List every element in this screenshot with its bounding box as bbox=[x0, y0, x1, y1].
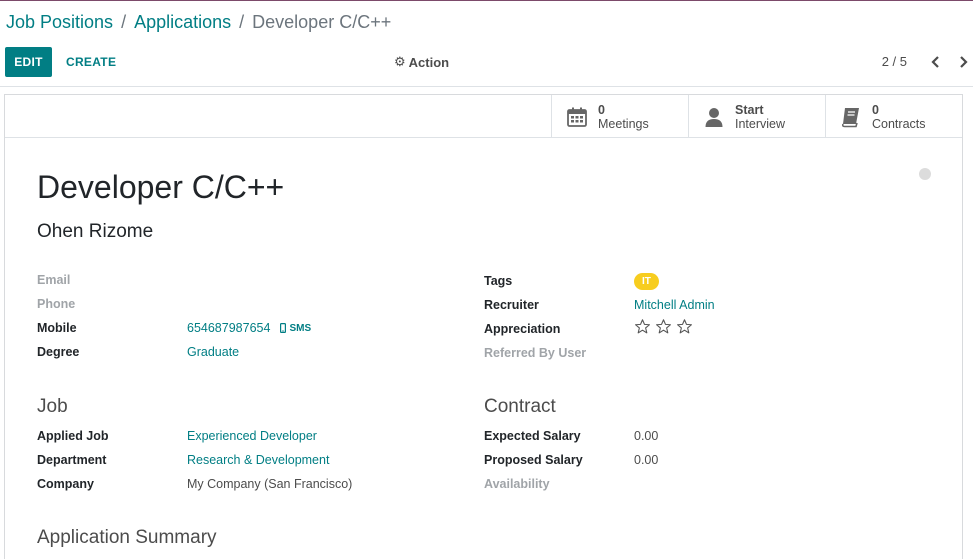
contracts-count: 0 bbox=[872, 102, 879, 117]
job-section-title: Job bbox=[37, 396, 68, 417]
sms-label: SMS bbox=[289, 322, 312, 334]
tags-label: Tags bbox=[484, 274, 513, 288]
appreciation-stars bbox=[634, 317, 693, 335]
form-sheet: 0 Meetings Start Interview 0 Contracts D… bbox=[4, 94, 963, 559]
breadcrumb-job-positions[interactable]: Job Positions bbox=[6, 12, 113, 33]
tags-row: Tags bbox=[484, 272, 512, 290]
applied-job-value[interactable]: Experienced Developer bbox=[187, 429, 317, 443]
phone-row: Phone bbox=[37, 295, 75, 313]
email-row: Email bbox=[37, 271, 70, 289]
breadcrumb: Job Positions / Applications / Developer… bbox=[6, 12, 391, 33]
pager-previous-button[interactable] bbox=[926, 51, 946, 73]
star-icon[interactable] bbox=[676, 318, 693, 335]
availability-label: Availability bbox=[484, 477, 550, 491]
book-icon bbox=[840, 106, 862, 128]
smart-button-box: 0 Meetings Start Interview 0 Contracts bbox=[5, 95, 962, 138]
pager-value[interactable]: 2 / 5 bbox=[882, 54, 907, 69]
company-value: My Company (San Francisco) bbox=[187, 477, 353, 491]
mobile-row: Mobile bbox=[37, 319, 77, 337]
applied-job-label: Applied Job bbox=[37, 429, 109, 443]
recruiter-row: Recruiter bbox=[484, 296, 539, 314]
applied-job-value-row: Experienced Developer bbox=[187, 427, 317, 445]
breadcrumb-applications[interactable]: Applications bbox=[134, 12, 231, 33]
degree-row: Degree bbox=[37, 343, 79, 361]
company-row: Company bbox=[37, 475, 94, 493]
meetings-label: Meetings bbox=[598, 116, 649, 131]
company-value-row: My Company (San Francisco) bbox=[187, 475, 352, 493]
recruiter-value[interactable]: Mitchell Admin bbox=[634, 298, 715, 312]
mobile-value-row: 654687987654 SMS bbox=[187, 319, 311, 337]
referred-label: Referred By User bbox=[484, 346, 587, 360]
mobile-phone-icon bbox=[280, 323, 287, 333]
recruiter-label: Recruiter bbox=[484, 298, 539, 312]
applied-job-row: Applied Job bbox=[37, 427, 109, 445]
meetings-count: 0 bbox=[598, 102, 605, 117]
appreciation-row: Appreciation bbox=[484, 320, 560, 338]
star-icon[interactable] bbox=[655, 318, 672, 335]
meetings-button[interactable]: 0 Meetings bbox=[551, 95, 688, 138]
create-button[interactable]: CREATE bbox=[60, 47, 122, 77]
user-icon bbox=[703, 106, 725, 128]
degree-value[interactable]: Graduate bbox=[187, 345, 239, 359]
degree-label: Degree bbox=[37, 345, 80, 359]
expected-salary-value-row: 0.00 bbox=[634, 427, 658, 445]
appreciation-label: Appreciation bbox=[484, 322, 561, 336]
recruiter-value-row: Mitchell Admin bbox=[634, 296, 715, 314]
degree-value-row: Graduate bbox=[187, 343, 239, 361]
control-panel: Job Positions / Applications / Developer… bbox=[0, 1, 973, 87]
tags-value-row: IT bbox=[634, 272, 659, 290]
chevron-right-icon bbox=[960, 56, 968, 68]
action-menu[interactable]: ⚙ Action bbox=[394, 54, 449, 70]
contracts-button[interactable]: 0 Contracts bbox=[825, 95, 962, 138]
start-interview-button[interactable]: Start Interview bbox=[688, 95, 825, 138]
department-value-row: Research & Development bbox=[187, 451, 329, 469]
sms-button[interactable]: SMS bbox=[280, 323, 311, 334]
proposed-salary-value: 0.00 bbox=[634, 453, 659, 467]
phone-label: Phone bbox=[37, 297, 76, 311]
gear-icon: ⚙ bbox=[394, 54, 406, 69]
application-summary-title: Application Summary bbox=[37, 527, 217, 548]
contract-section-title: Contract bbox=[484, 396, 556, 417]
department-row: Department bbox=[37, 451, 106, 469]
pager-next-button[interactable] bbox=[953, 51, 973, 73]
email-label: Email bbox=[37, 273, 71, 287]
calendar-icon bbox=[566, 106, 588, 128]
proposed-salary-label: Proposed Salary bbox=[484, 453, 583, 467]
chevron-left-icon bbox=[931, 56, 939, 68]
company-label: Company bbox=[37, 477, 94, 491]
breadcrumb-separator: / bbox=[121, 12, 127, 32]
tag-badge[interactable]: IT bbox=[634, 272, 659, 290]
action-label: Action bbox=[408, 54, 450, 70]
edit-button[interactable]: EDIT bbox=[5, 47, 52, 77]
star-icon[interactable] bbox=[634, 318, 651, 335]
record-title[interactable]: Developer C/C++ bbox=[37, 169, 284, 206]
expected-salary-value: 0.00 bbox=[634, 429, 659, 443]
department-value[interactable]: Research & Development bbox=[187, 453, 329, 467]
contracts-label: Contracts bbox=[872, 116, 926, 131]
referred-row: Referred By User bbox=[484, 344, 586, 362]
mobile-value[interactable]: 654687987654 bbox=[187, 321, 270, 335]
kanban-state-dot[interactable] bbox=[919, 168, 931, 180]
breadcrumb-current: Developer C/C++ bbox=[252, 12, 392, 32]
department-label: Department bbox=[37, 453, 107, 467]
proposed-salary-row: Proposed Salary bbox=[484, 451, 583, 469]
availability-row: Availability bbox=[484, 475, 550, 493]
interview-start-label: Start bbox=[735, 102, 764, 117]
interview-label: Interview bbox=[735, 116, 786, 131]
proposed-salary-value-row: 0.00 bbox=[634, 451, 658, 469]
expected-salary-label: Expected Salary bbox=[484, 429, 581, 443]
mobile-label: Mobile bbox=[37, 321, 77, 335]
partner-name[interactable]: Ohen Rizome bbox=[37, 221, 153, 243]
breadcrumb-separator: / bbox=[239, 12, 245, 32]
expected-salary-row: Expected Salary bbox=[484, 427, 581, 445]
